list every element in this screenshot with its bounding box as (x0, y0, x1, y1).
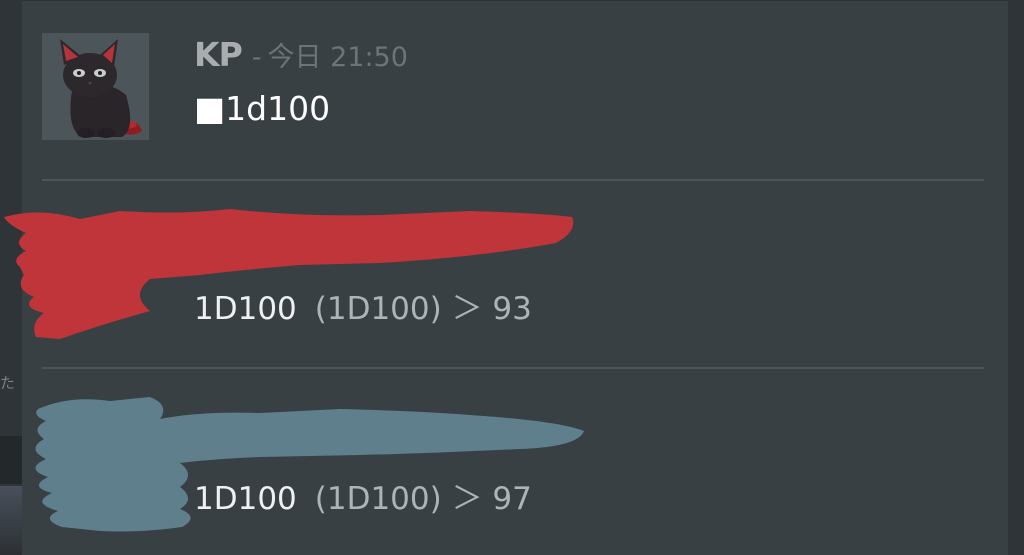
redaction-scribble-red (4, 209, 574, 339)
meta-separator: - (251, 42, 262, 73)
roll-detail: (1D100) ＞ 93 (314, 291, 532, 327)
roll-result-1: 1D100 (1D100) ＞ 93 (194, 283, 532, 328)
author-name[interactable]: KP (194, 35, 243, 74)
black-cat-avatar-icon[interactable] (42, 33, 149, 140)
message-group: KP - 今日 21:50 ■1d100 (22, 1, 1008, 179)
left-edge-image (0, 486, 22, 555)
message-content: ■1d100 (194, 89, 331, 128)
left-edge-text: た (0, 374, 16, 392)
message-meta: KP - 今日 21:50 (194, 35, 408, 85)
message-divider (42, 179, 984, 181)
message-panel: KP - 今日 21:50 ■1d100 1D100 (1D100) ＞ 93 1… (4, 0, 1008, 555)
message-timestamp: 今日 21:50 (267, 42, 408, 73)
roll-detail: (1D100) ＞ 97 (314, 481, 532, 517)
dice-expression: 1D100 (194, 481, 297, 517)
dice-expression: 1D100 (194, 291, 297, 327)
left-edge-fragment: た (0, 372, 24, 402)
chat-screen: た KP - 今日 21:50 ■1d100 1D100 (1D100) ＞ 9… (0, 0, 1024, 555)
message-divider (42, 367, 984, 369)
redaction-scribble-blue (35, 397, 584, 532)
left-edge-dark-block (0, 436, 22, 484)
roll-result-2: 1D100 (1D100) ＞ 97 (194, 473, 532, 518)
